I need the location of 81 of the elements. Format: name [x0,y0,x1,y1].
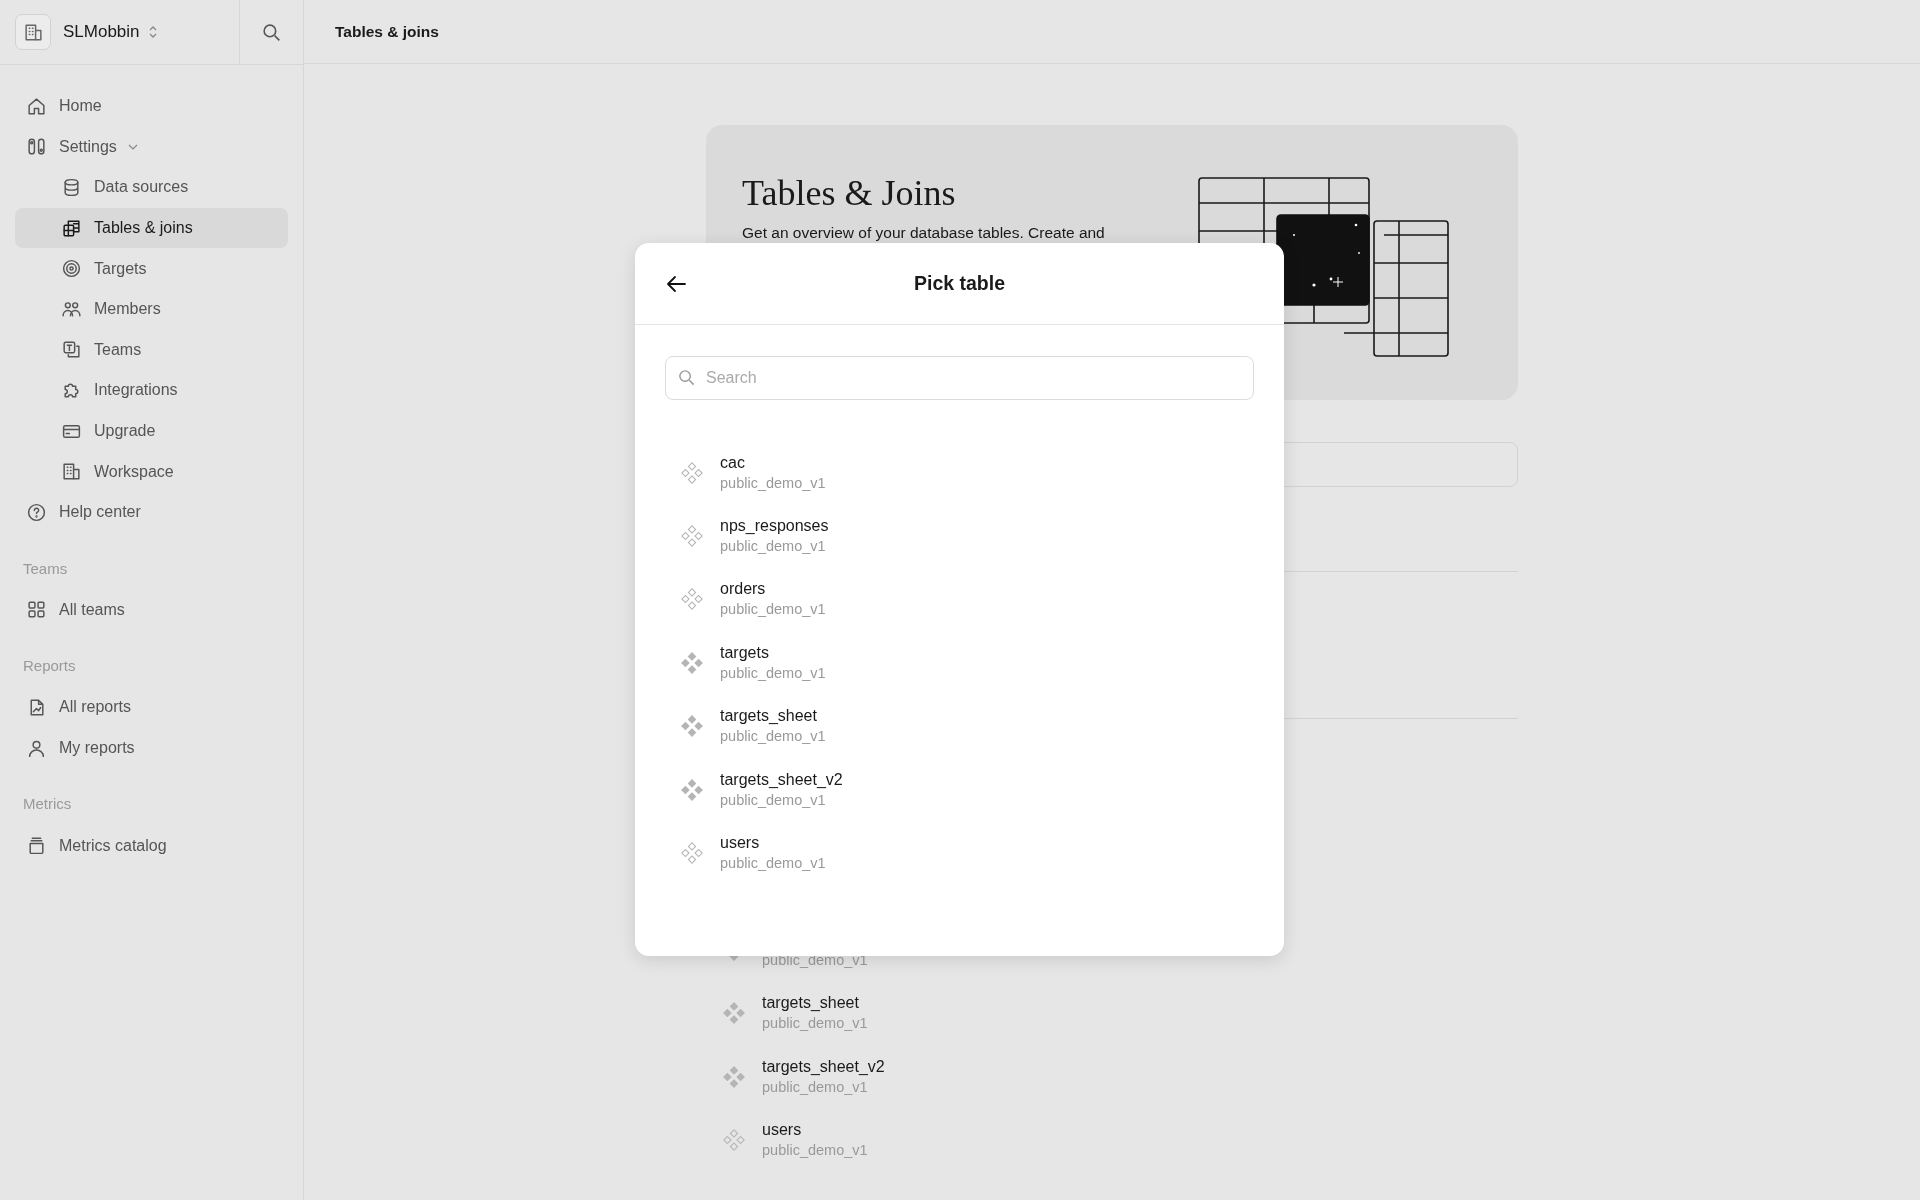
table-option[interactable]: cac public_demo_v1 [681,441,1254,505]
nav-item[interactable]: Upgrade [15,410,288,452]
nav-label: Members [94,300,161,319]
nav-item[interactable]: Integrations [15,370,288,411]
table-name: targets_sheet_v2 [720,769,843,790]
table-option[interactable]: users public_demo_v1 [681,821,1254,885]
nav-label: Data sources [94,178,189,197]
table-name: targets_sheet [720,706,818,727]
table-option[interactable]: targets_sheet_v2 public_demo_v1 [681,757,1254,822]
table-schema: public_demo_v1 [762,950,868,970]
nav-item[interactable]: Tables & joins [15,207,288,249]
search-icon [677,368,696,387]
nav-label: Metrics catalog [59,836,167,855]
building-icon [22,21,44,43]
nav-label: Teams [94,340,142,359]
nav-label: Integrations [94,381,178,400]
nav-item[interactable]: Data sources [15,167,288,208]
catalog-icon [26,835,47,857]
nav-item[interactable]: Targets [15,248,288,289]
banner-description: Get an overview of your database tables. Create and [742,224,1105,242]
table-name: targets_sheet_v2 [762,1056,885,1077]
search-field[interactable]: Search [665,356,1254,400]
nav-item[interactable]: All teams [15,589,288,631]
table-schema: public_demo_v1 [720,600,826,620]
table-schema: public_demo_v1 [762,1014,868,1034]
nav-item[interactable]: Metrics catalog [15,825,288,866]
nav-label: All teams [59,600,125,619]
workspace-switcher[interactable]: SLMobbin [0,0,240,64]
section-heading: Reports [22,656,77,677]
nav-item[interactable]: Members [15,288,288,330]
nav-label: Targets [94,259,147,278]
search-icon [261,21,282,43]
table-option[interactable]: targets_sheet public_demo_v1 [681,694,1254,758]
table-schema: public_demo_v1 [720,537,827,557]
table-option[interactable]: orders public_demo_v1 [681,567,1254,632]
table-option[interactable]: nps_responses public_demo_v1 [681,504,1254,568]
table-name: users [762,1120,803,1141]
table-schema: public_demo_v1 [720,473,826,493]
nav-item[interactable]: Help center [15,491,288,533]
nav-label: Help center [59,503,141,522]
table-name: cac [720,452,746,473]
table-name: nps_responses [720,516,829,537]
page-title: Tables & joins [335,22,439,41]
dialog-title: Pick table [913,272,1005,295]
building-icon [61,461,82,483]
grid-icon [26,599,47,621]
table-schema: public_demo_v1 [762,1077,869,1097]
nav-label: Upgrade [94,422,156,441]
nav-label: Tables & joins [94,219,193,238]
section-heading: Metrics [22,794,73,815]
nav-item[interactable]: All reports [15,687,288,728]
nav-label: Home [59,97,102,116]
table-schema: public_demo_v1 [762,1141,868,1161]
table-name: orders [720,579,767,600]
teams-icon [61,339,82,361]
nav-label: All reports [59,698,132,717]
table-schema: public_demo_v1 [720,727,826,747]
updown-chevron-icon [147,25,158,39]
table-schema: public_demo_v1 [720,790,827,810]
banner-title: Tables & Joins [742,172,957,214]
toggle-icon [26,136,47,158]
nav-item[interactable]: Settings [15,126,288,168]
nav-label: My reports [59,739,135,757]
table-option[interactable]: targets public_demo_v1 [681,631,1254,695]
home-icon [26,95,47,117]
nav-label: Settings [59,137,117,156]
nav-item[interactable]: Workspace [15,451,288,492]
help-icon [26,501,47,523]
tables-icon [61,217,82,239]
table-name: targets_sheet [762,993,860,1014]
table-name: targets [720,642,770,663]
nav-label: Workspace [94,462,174,481]
nav-item[interactable]: Home [15,86,288,127]
section-heading: Teams [22,558,69,579]
table-schema: public_demo_v1 [720,854,826,874]
nav-item[interactable]: Teams [15,329,288,371]
nav-item[interactable]: My reports [15,727,288,769]
table-schema: public_demo_v1 [720,663,826,683]
database-icon [61,177,82,198]
table-name: users [720,833,761,854]
target-icon [61,258,82,280]
